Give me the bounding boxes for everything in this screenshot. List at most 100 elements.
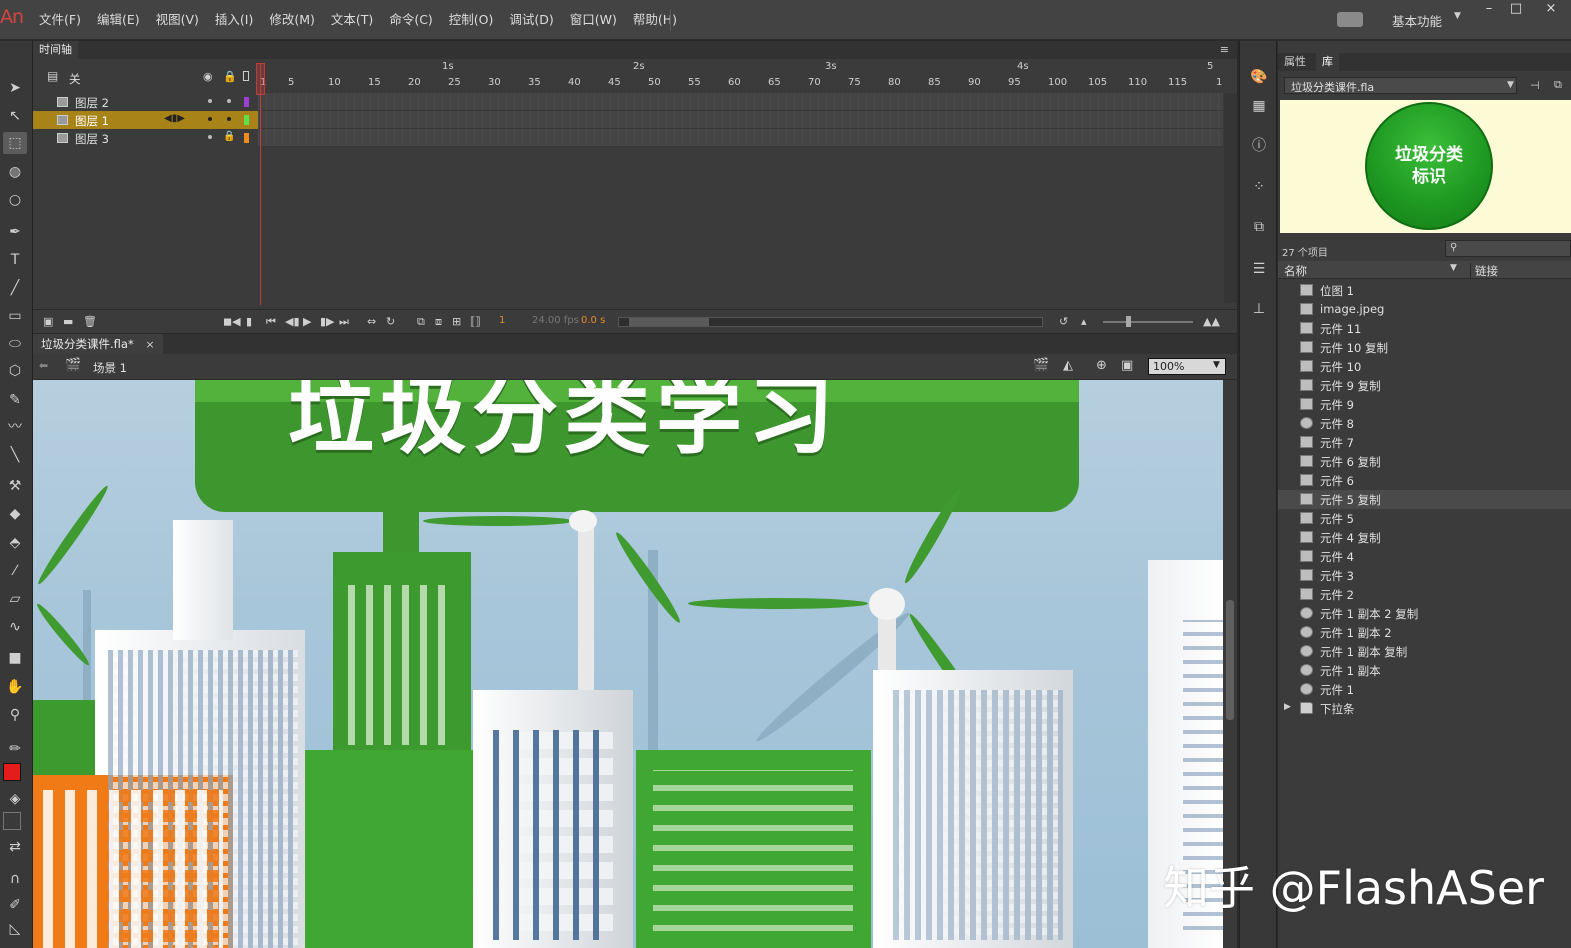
pin-icon[interactable]: ⊣ (1530, 79, 1540, 92)
layer-color-swatch[interactable] (244, 115, 249, 125)
expand-arrow-icon[interactable]: ▶ (1284, 702, 1291, 712)
current-frame[interactable]: 1 (499, 315, 505, 326)
lock-icon[interactable]: 🔒 (223, 70, 237, 83)
visibility-dot[interactable] (208, 117, 212, 121)
lasso-tool-icon[interactable]: ○ (3, 189, 27, 211)
library-document-select[interactable]: 垃圾分类课件.fla (1284, 77, 1517, 94)
library-item[interactable]: 元件 10 (1278, 357, 1571, 376)
small-frames-icon[interactable]: ▴ (1081, 315, 1087, 328)
chevron-down-icon[interactable]: ▼ (1213, 360, 1220, 370)
step-forward-icon[interactable]: ▮▶ (320, 315, 335, 328)
eraser-tool-icon[interactable]: ▱ (3, 588, 27, 610)
stage-canvas[interactable]: 垃圾分类学习 (33, 380, 1223, 948)
tab-properties[interactable]: 属性 (1278, 53, 1312, 71)
step-back-icon[interactable]: ◀▮ (285, 315, 300, 328)
onion-skin-icon[interactable]: ⧉ (417, 315, 425, 329)
elapsed-time[interactable]: 0.0 s (581, 315, 605, 326)
timeline-horizontal-scrollbar[interactable] (618, 317, 1043, 327)
playhead[interactable] (260, 63, 261, 305)
color-panel-icon[interactable]: 🎨 (1249, 67, 1269, 87)
ink-bottle-tool-icon[interactable]: ⬘ (3, 532, 27, 554)
library-item[interactable]: 元件 1 (1278, 680, 1571, 699)
chevron-down-icon[interactable]: ▼ (1507, 80, 1514, 90)
hand-tool-icon[interactable]: ✋ (3, 676, 27, 698)
loop-marker-icon[interactable]: ▮ (246, 315, 252, 328)
layer-frames[interactable] (258, 93, 1223, 111)
motion-presets-icon[interactable]: ⁘ (1249, 177, 1269, 197)
menu-view[interactable]: 视图(V) (148, 0, 207, 40)
layer-frames[interactable] (258, 129, 1223, 147)
modify-markers-icon[interactable]: ⟦⟧ (470, 315, 481, 328)
menu-debug[interactable]: 调试(D) (501, 0, 561, 40)
timeline-vertical-scrollbar[interactable] (1224, 93, 1237, 303)
panel-menu-icon[interactable]: ≡ (1220, 43, 1229, 56)
scrollbar-thumb[interactable] (1226, 600, 1234, 720)
library-item[interactable]: 元件 1 副本 2 复制 (1278, 604, 1571, 623)
library-item[interactable]: image.jpeg (1278, 300, 1571, 319)
camera-tool-icon[interactable]: ■ (3, 647, 27, 669)
layer-frames[interactable] (258, 111, 1223, 129)
library-item[interactable]: 元件 1 副本 (1278, 661, 1571, 680)
swap-colors-icon[interactable]: ⇄ (3, 836, 27, 858)
go-to-first-icon[interactable]: ⏮ (266, 315, 276, 329)
menu-edit[interactable]: 编辑(E) (89, 0, 148, 40)
layer-row[interactable]: 图层 2 (33, 93, 1223, 111)
eye-icon[interactable]: ◉ (203, 70, 213, 83)
selection-tool-icon[interactable]: ➤ (3, 77, 27, 99)
library-item[interactable]: 元件 1 副本 2 (1278, 623, 1571, 642)
width-tool-icon[interactable]: ∿ (3, 616, 27, 638)
transform-panel-icon[interactable]: ⧉ (1249, 217, 1269, 237)
layer-name-cell[interactable]: 图层 1 ◀▮▶ (33, 111, 258, 129)
library-item[interactable]: 元件 5 复制 (1278, 490, 1571, 509)
center-stage-icon[interactable]: ⊕ (1096, 358, 1107, 373)
menu-text[interactable]: 文本(T) (323, 0, 381, 40)
menu-commands[interactable]: 命令(C) (381, 0, 440, 40)
paint-bucket-tool-icon[interactable]: ◆ (3, 503, 27, 525)
edit-scene-icon[interactable]: 🎬 (1033, 358, 1049, 373)
edit-multiple-icon[interactable]: ⊞ (452, 315, 461, 328)
visibility-dot[interactable] (208, 135, 212, 139)
outline-icon[interactable] (243, 71, 249, 81)
library-item[interactable]: 元件 6 复制 (1278, 452, 1571, 471)
center-frame-icon[interactable]: ⇔ (367, 315, 376, 328)
loop-icon[interactable]: ↻ (386, 315, 395, 328)
visibility-dot[interactable] (208, 99, 212, 103)
column-linkage[interactable]: 链接 (1470, 263, 1498, 279)
menu-help[interactable]: 帮助(H) (625, 0, 685, 40)
library-item[interactable]: 元件 1 副本 复制 (1278, 642, 1571, 661)
subselection-tool-icon[interactable]: ↖ (3, 105, 27, 127)
polystar-tool-icon[interactable]: ⬡ (3, 360, 27, 382)
fill-color-swatch[interactable] (3, 812, 21, 830)
camera-toggle-icon[interactable]: ◼◀ (223, 315, 241, 328)
align-panel-icon[interactable]: ☰ (1249, 259, 1269, 279)
library-item[interactable]: 元件 10 复制 (1278, 338, 1571, 357)
library-item[interactable]: 元件 8 (1278, 414, 1571, 433)
line-tool-icon[interactable]: ╱ (3, 277, 27, 299)
brush-tool-icon[interactable]: 〰 (3, 416, 27, 438)
undo-zoom-icon[interactable]: ↺ (1059, 315, 1068, 328)
lock-dot[interactable] (227, 117, 231, 121)
snap-to-objects-icon[interactable]: ∩ (3, 868, 27, 890)
swatches-panel-icon[interactable]: ▦ (1249, 96, 1269, 116)
minimize-button[interactable]: – (1478, 1, 1500, 17)
components-panel-icon[interactable]: ⊥ (1249, 299, 1269, 319)
menu-insert[interactable]: 插入(I) (207, 0, 261, 40)
close-button[interactable]: × (1540, 1, 1562, 17)
onion-outline-icon[interactable]: ⧈ (435, 315, 442, 329)
library-item[interactable]: 位图 1 (1278, 281, 1571, 300)
pencil-tool-icon[interactable]: ✎ (3, 389, 27, 411)
layer-row[interactable]: 图层 3 🔒 (33, 129, 1223, 147)
stroke-color-icon[interactable]: ✏ (3, 738, 27, 760)
fps-display[interactable]: 24.00 fps (532, 315, 579, 326)
document-tab[interactable]: 垃圾分类课件.fla* × (33, 334, 163, 354)
menu-control[interactable]: 控制(O) (441, 0, 502, 40)
info-icon[interactable]: ⓘ (1249, 136, 1269, 156)
new-folder-icon[interactable]: ▬ (63, 315, 73, 328)
library-item[interactable]: 元件 5 (1278, 509, 1571, 528)
straighten-icon[interactable]: ◺ (3, 918, 27, 940)
delete-layer-icon[interactable]: 🗑 (83, 315, 97, 328)
new-library-panel-icon[interactable]: ⧉ (1554, 78, 1562, 92)
library-item[interactable]: 元件 2 (1278, 585, 1571, 604)
fill-color-icon[interactable]: ◈ (3, 788, 27, 810)
play-icon[interactable]: ▶ (303, 315, 311, 328)
